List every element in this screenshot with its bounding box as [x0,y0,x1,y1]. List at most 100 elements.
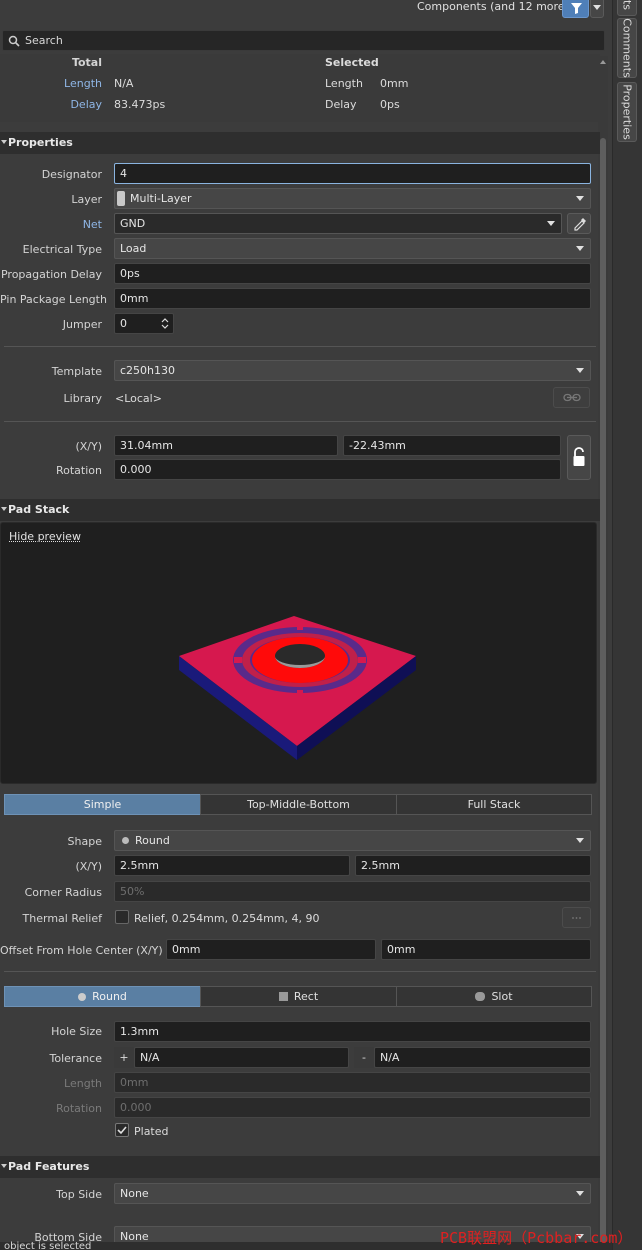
shape-dropdown[interactable]: Round [114,830,591,851]
pad-stack-section-header[interactable]: Pad Stack [0,499,600,521]
hole-size-label: Hole Size [51,1025,102,1038]
top-side-value: None [120,1187,149,1200]
hole-rotation-input[interactable]: 0.000 [114,1097,591,1118]
rect-hole-icon [278,992,288,1001]
side-tab-properties[interactable]: Properties [617,82,637,142]
divider [4,421,596,422]
offset-label: Offset From Hole Center (X/Y) [0,944,163,957]
shape-value: Round [135,834,170,847]
eyedropper-icon [574,218,586,231]
net-value: GND [120,217,146,230]
plated-checkbox[interactable] [115,1123,129,1137]
net-picker-button[interactable] [567,213,591,234]
search-box[interactable]: Search [2,30,605,51]
corner-radius-input[interactable]: 50% [114,881,591,902]
scrollbar-thumb[interactable] [600,138,606,1248]
jumper-label: Jumper [62,318,102,331]
hole-size-input[interactable]: 1.3mm [114,1021,591,1042]
thermal-relief-value: Relief, 0.254mm, 0.254mm, 4, 90 [134,912,320,925]
y-input[interactable]: -22.43mm [343,435,561,456]
check-icon [117,1126,127,1135]
total-header: Total [71,56,102,69]
hole-rect-label: Rect [293,990,319,1003]
hole-length-label: Length [64,1077,102,1090]
offset-x-input[interactable]: 0mm [166,939,376,960]
template-dropdown[interactable]: c250h130 [114,360,591,381]
side-tab-ts[interactable]: ts [617,0,637,16]
filter-dropdown-button[interactable] [590,0,604,18]
thermal-relief-edit-button[interactable] [562,907,591,928]
layer-color-swatch [117,191,125,206]
mode-tmb-tab[interactable]: Top-Middle-Bottom [200,794,397,815]
size-xy-label: (X/Y) [75,860,102,873]
net-dropdown[interactable]: GND [114,213,562,234]
lock-button[interactable] [567,435,591,480]
hole-length-input[interactable]: 0mm [114,1072,591,1093]
total-length-value: N/A [114,77,134,90]
slot-hole-icon [475,992,486,1001]
divider [4,971,596,972]
rotation-label: Rotation [55,464,102,477]
hide-preview-link[interactable]: Hide preview [9,530,81,543]
side-tab-comments[interactable]: Comments [617,18,637,78]
mode-full-stack-tab[interactable]: Full Stack [396,794,592,815]
tolerance-label: Tolerance [49,1052,102,1065]
corner-radius-label: Corner Radius [24,886,102,899]
divider [4,346,596,347]
propagation-delay-input[interactable]: 0ps [114,263,591,284]
filter-icon [571,3,582,14]
thermal-relief-label: Thermal Relief [22,912,102,925]
pin-package-length-input[interactable]: 0mm [114,288,591,309]
scroll-up-arrow[interactable] [600,60,606,64]
selected-delay-label: Delay [325,98,357,111]
size-x-input[interactable]: 2.5mm [114,855,350,876]
library-label: Library [63,392,102,405]
search-placeholder: Search [25,34,63,47]
components-label: Components (and 12 more) [417,0,569,13]
tolerance-minus-input[interactable]: N/A [374,1047,591,1068]
filter-button[interactable] [562,0,589,18]
search-icon [8,35,20,47]
electrical-type-dropdown[interactable]: Load [114,238,591,259]
plated-label: Plated [134,1125,169,1138]
unlock-icon [573,447,585,466]
hole-round-label: Round [92,990,127,1003]
layer-label: Layer [71,193,102,206]
layer-value: Multi-Layer [130,192,192,205]
round-hole-icon [78,993,87,1001]
shape-label: Shape [67,835,102,848]
hole-round-tab[interactable]: Round [4,986,201,1007]
rotation-input[interactable]: 0.000 [114,459,561,480]
hole-rotation-label: Rotation [55,1102,102,1115]
total-delay-value: 83.473ps [114,98,166,111]
tolerance-plus-sign: + [114,1047,134,1068]
library-value: <Local> [115,392,162,405]
selected-header: Selected [325,56,379,69]
hole-rect-tab[interactable]: Rect [200,986,397,1007]
hole-slot-tab[interactable]: Slot [396,986,592,1007]
mode-simple-tab[interactable]: Simple [4,794,201,815]
pad-features-section-header[interactable]: Pad Features [0,1156,600,1178]
jumper-stepper[interactable]: 0 [114,313,174,334]
round-shape-icon [122,837,129,844]
layer-dropdown[interactable]: Multi-Layer [114,188,591,209]
template-value: c250h130 [120,364,176,377]
selected-length-value: 0mm [380,77,409,90]
library-link-button[interactable] [553,387,590,408]
electrical-type-value: Load [120,242,147,255]
pad-3d-preview [179,616,416,760]
total-delay-label: Delay [70,98,102,111]
properties-section-header[interactable]: Properties [0,132,600,154]
stepper-arrows-icon[interactable] [160,316,170,331]
designator-input[interactable]: 4 [114,163,591,184]
xy-label: (X/Y) [75,440,102,453]
propagation-delay-label: Propagation Delay [0,268,102,281]
total-length-label: Length [64,77,102,90]
tolerance-plus-input[interactable]: N/A [134,1047,349,1068]
selected-length-label: Length [325,77,363,90]
top-side-dropdown[interactable]: None [114,1183,591,1204]
offset-y-input[interactable]: 0mm [381,939,591,960]
size-y-input[interactable]: 2.5mm [355,855,591,876]
x-input[interactable]: 31.04mm [114,435,338,456]
thermal-relief-checkbox[interactable] [115,910,129,924]
